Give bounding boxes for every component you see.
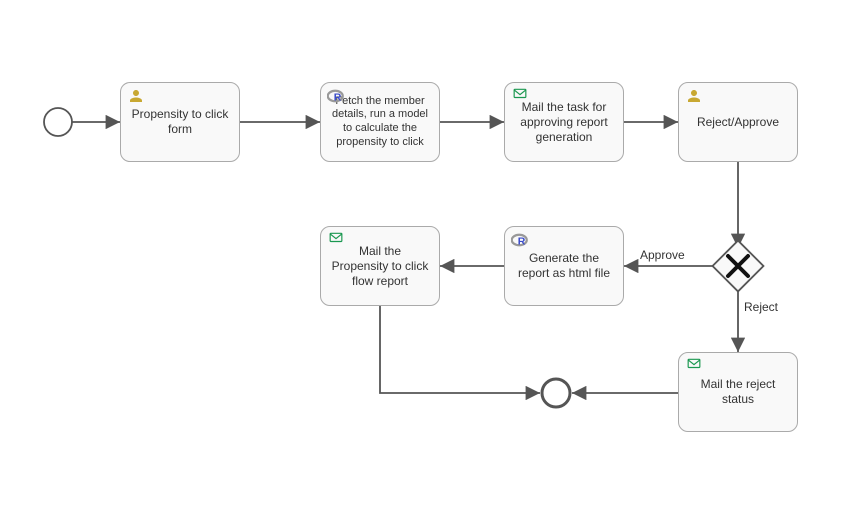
mail-icon: [685, 357, 703, 375]
start-event: [44, 108, 72, 136]
task-reject-approve[interactable]: Reject/Approve: [678, 82, 798, 162]
r-icon: R: [327, 87, 345, 105]
task-mail-report[interactable]: Mail the Propensity to click flow report: [320, 226, 440, 306]
task-label: Propensity to click form: [129, 107, 231, 137]
mail-icon: [327, 231, 345, 249]
task-mail-reject[interactable]: Mail the reject status: [678, 352, 798, 432]
user-icon: [685, 87, 703, 105]
task-fetch-model[interactable]: R Fetch the member details, run a model …: [320, 82, 440, 162]
task-mail-approval[interactable]: Mail the task for approving report gener…: [504, 82, 624, 162]
task-generate-report[interactable]: R Generate the report as html file: [504, 226, 624, 306]
task-label: Reject/Approve: [687, 115, 789, 130]
mail-icon: [511, 87, 529, 105]
r-icon: R: [511, 231, 529, 249]
task-label: Mail the task for approving report gener…: [513, 100, 615, 145]
edge-label-approve: Approve: [640, 248, 685, 262]
user-icon: [127, 87, 145, 105]
task-label: Generate the report as html file: [513, 251, 615, 281]
task-propensity-form[interactable]: Propensity to click form: [120, 82, 240, 162]
task-label: Mail the reject status: [687, 377, 789, 407]
exclusive-gateway: [713, 241, 764, 292]
edge-label-reject: Reject: [744, 300, 778, 314]
svg-text:R: R: [334, 92, 342, 104]
task-label: Mail the Propensity to click flow report: [329, 244, 431, 289]
svg-text:R: R: [518, 236, 526, 248]
end-event: [542, 379, 570, 407]
